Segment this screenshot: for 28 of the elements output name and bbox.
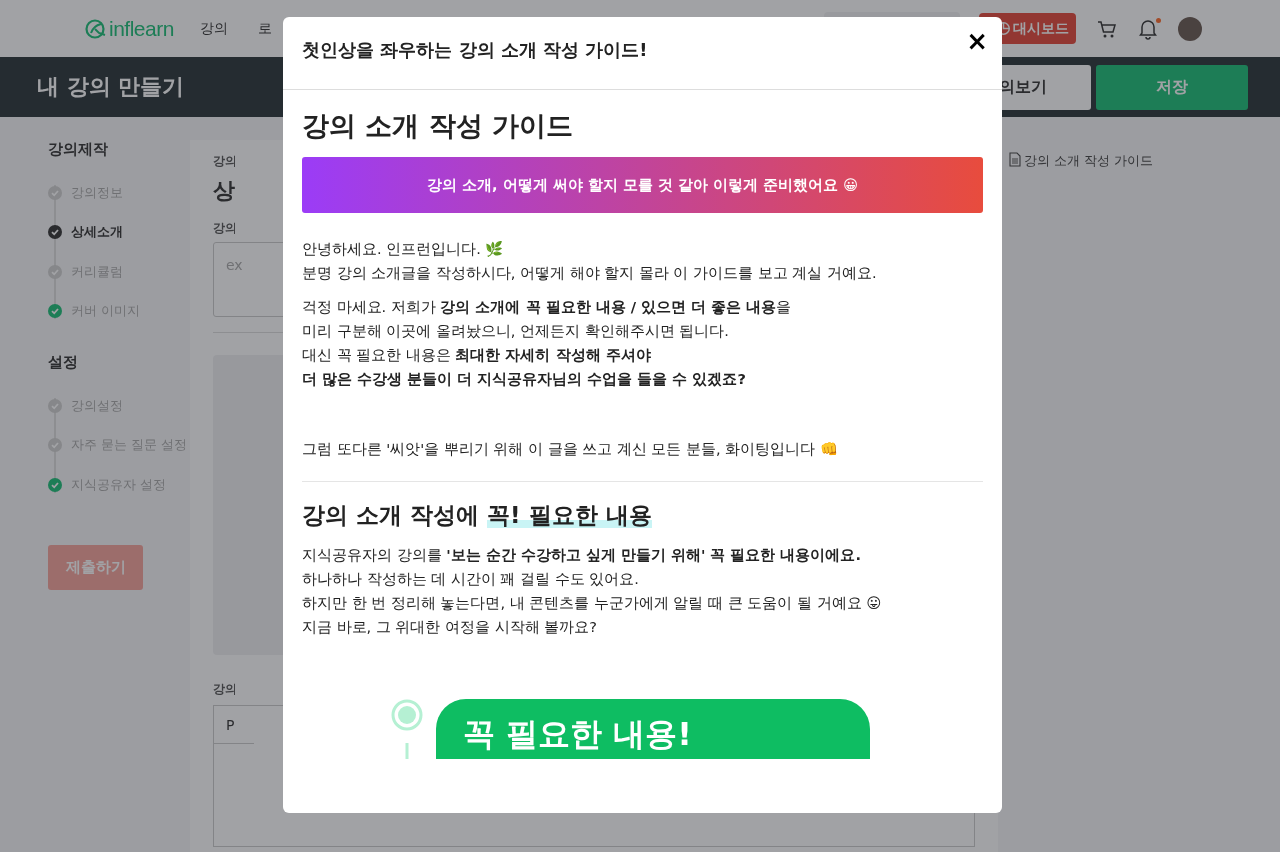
section-label: 강의 [213, 681, 235, 698]
paragraph: 안녕하세요. 인프런입니다. 🌿 분명 강의 소개글을 작성하시다, 어떻게 해야 할지 몰라 이 가이드를 보고 계실 거예요. [302, 240, 878, 283]
sidebar-section-title: 설정 [48, 353, 79, 372]
modal-title: 첫인상을 좌우하는 강의 소개 작성 가이드! [302, 38, 648, 62]
timeline-marker-icon [390, 699, 424, 759]
bell-icon[interactable] [1138, 17, 1158, 40]
page-title: 내 강의 만들기 [37, 73, 185, 101]
sidebar-item[interactable]: 상세소개 [48, 212, 190, 252]
paragraph: 지식공유자의 강의를 '보는 순간 수강하고 싶게 만들기 위해' 꼭 필요한 내용이에요. 하나하나 작성하는 데 시간이 꽤 걸릴 수도 있어요. 하지만 한 번 정리해 놓는다면, 내 콘텐츠를 누군가에게 알릴 때 큰 도움이 될 거예요 😛 지금 바로, 그 위대한 여정을 시작해 볼까요? [302, 546, 883, 637]
field-label: 강의 [213, 220, 235, 237]
sidebar-section-title: 강의제작 [48, 140, 109, 159]
guide-heading: 강의 소개 작성 가이드 [302, 109, 575, 143]
breadcrumb: 강의 [213, 153, 235, 170]
table-header: P [214, 706, 254, 744]
logo[interactable]: inflearn [85, 16, 174, 41]
nav-link[interactable]: 강의 [199, 19, 228, 38]
section-heading: 강의 소개 작성에 꼭! 필요한 내용 [302, 501, 653, 530]
avatar[interactable] [1178, 16, 1202, 41]
logo-text: inflearn [109, 16, 174, 41]
step-banner-title: 꼭 필요한 내용! [463, 715, 692, 753]
document-icon [1009, 152, 1021, 167]
save-button[interactable]: 저장 [1096, 64, 1248, 110]
editor-heading: 상 [213, 177, 235, 205]
guide-link[interactable]: 강의 소개 작성 가이드 [1009, 152, 1154, 170]
intro-banner: 강의 소개, 어떻게 써야 할지 모를 것 같아 이렇게 준비했어요 😀 [302, 157, 983, 213]
paragraph: 걱정 마세요. 저희가 강의 소개에 꼭 필요한 내용 / 있으면 더 좋은 내용을 미리 구분해 이곳에 올려놨으니, 언제든지 확인해주시면 됩니다. 대신 꼭 필요한 내용은 최대한 자세히 작성해 주셔야 더 많은 수강생 분들이 더 지식공유자님의 수업을 들을 수 있겠죠? [302, 298, 793, 389]
nav-link[interactable]: 로 [257, 19, 272, 38]
paragraph: 그럼 또다른 '씨앗'을 뿌리기 위해 이 글을 쓰고 계신 모든 분들, 화이팅입니다 👊 [302, 440, 839, 459]
